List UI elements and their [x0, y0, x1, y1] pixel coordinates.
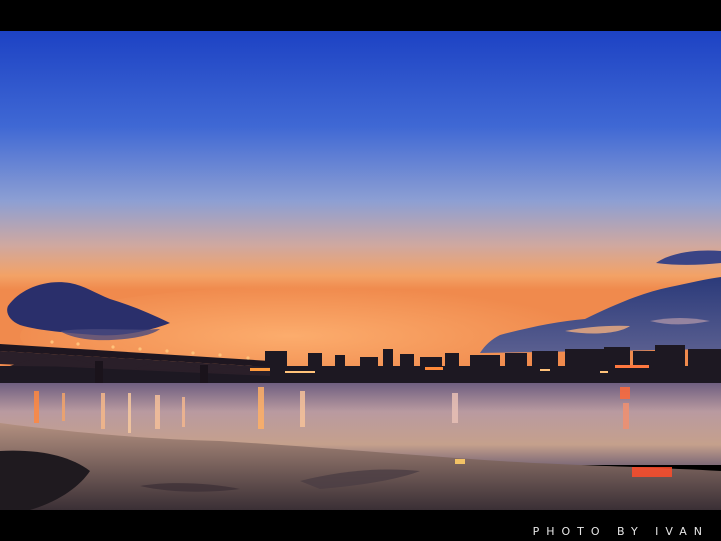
sunset-scene	[0, 31, 721, 510]
photo-frame: PHOTO BY IVAN	[0, 0, 721, 541]
sunset-river-photo	[0, 31, 721, 510]
photo-credit: PHOTO BY IVAN	[532, 525, 709, 538]
